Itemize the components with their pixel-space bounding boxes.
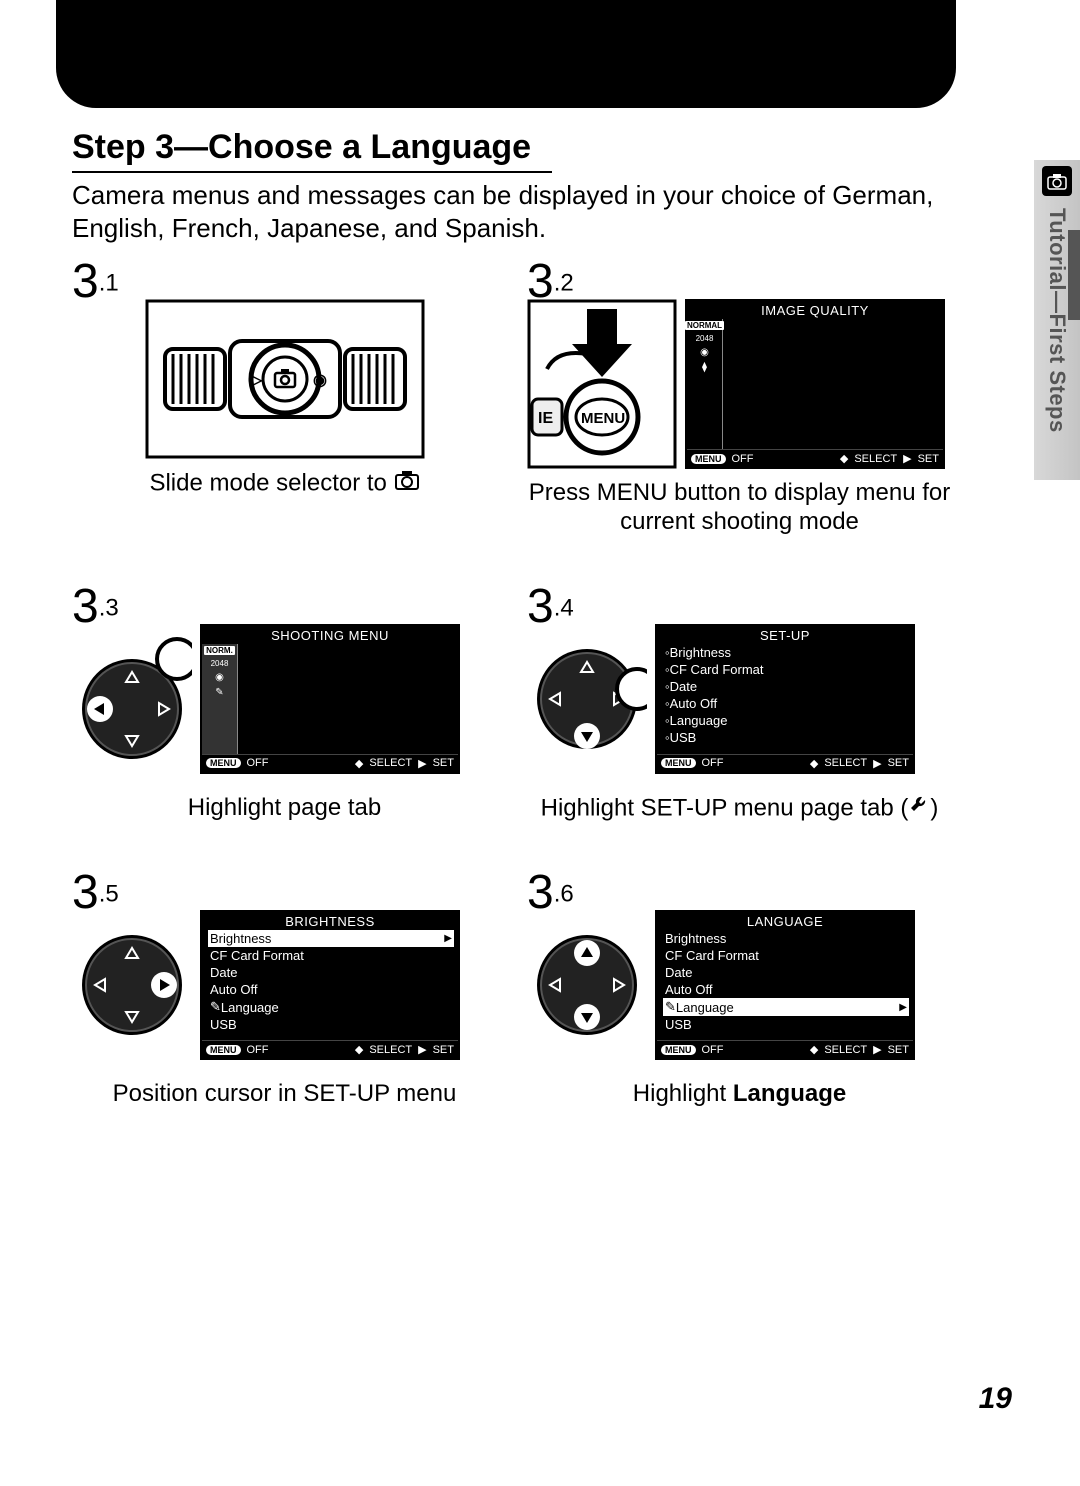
step-subnumber: .5 (99, 881, 119, 908)
list-item: ◦USB (663, 729, 909, 746)
mode-selector-illustration: ▷ ◉ (145, 299, 425, 459)
list-item: USB (663, 1016, 909, 1033)
page-number: 19 (979, 1382, 1012, 1416)
step-3-5: 3.5 BRIGHTNESS Brightness▶ CF Card Forma… (72, 865, 497, 1109)
step-caption: Press MENU button to display menu for cu… (527, 479, 952, 537)
step-3-1: 3.1 (72, 254, 497, 537)
svg-text:IE: IE (538, 410, 553, 427)
svg-text:▷: ▷ (249, 372, 263, 389)
lcd-title: BRIGHTNESS (202, 912, 458, 931)
section-tab: Tutorial—First Steps (1034, 160, 1080, 480)
list-item: Auto Off (208, 981, 454, 998)
list-item: ◦Brightness (663, 644, 909, 661)
step-caption: Slide mode selector to (72, 469, 497, 499)
camera-setup-icon (1042, 166, 1072, 196)
step-number: 3 (72, 254, 99, 309)
list-item: Date (208, 964, 454, 981)
lcd-sidebar: NORMAL 2048 ◉ ⧫ (687, 319, 723, 449)
lcd-menu-list: ◦Brightness ◦CF Card Format ◦Date ◦Auto … (663, 644, 909, 752)
multi-selector-up-down (527, 910, 647, 1060)
svg-text:MENU: MENU (581, 410, 625, 427)
page-header-black (56, 0, 956, 108)
svg-text:◉: ◉ (313, 372, 327, 389)
list-item: USB (208, 1016, 454, 1033)
lcd-title: IMAGE QUALITY (687, 301, 943, 320)
step-subnumber: .1 (99, 270, 119, 297)
lcd-footer: MENUOFF ◆SELECT ▶SET (657, 1040, 913, 1058)
lcd-footer: MENUOFF ◆SELECT ▶SET (657, 754, 913, 772)
list-item: ✎Language (208, 998, 454, 1016)
camera-icon: ◉ (700, 347, 709, 358)
camera-icon (394, 469, 420, 499)
step-caption: Highlight page tab (72, 794, 497, 823)
list-item: ◦Language (663, 712, 909, 729)
list-item: Auto Off (663, 981, 909, 998)
list-item: ✎Language▶ (663, 998, 909, 1016)
list-item: Brightness▶ (208, 930, 454, 947)
multi-selector-down (527, 624, 647, 774)
lcd-title: SET-UP (657, 626, 913, 645)
multi-selector-left (72, 624, 192, 774)
step-subnumber: .4 (554, 594, 574, 621)
step-subnumber: .6 (554, 881, 574, 908)
list-item: ◦Date (663, 678, 909, 695)
lcd-title: SHOOTING MENU (202, 626, 458, 645)
list-item: ◦Auto Off (663, 695, 909, 712)
step-3-3: 3.3 SHOOTING MENU NORM. 2048 (72, 579, 497, 824)
lcd-title: LANGUAGE (657, 912, 913, 931)
wrench-icon: ✎ (215, 687, 223, 698)
step-3-4: 3.4 SET-UP ◦Brightness ◦CF Card F (527, 579, 952, 824)
lcd-footer: MENUOFF ◆SELECT ▶SET (202, 1040, 458, 1058)
step-subnumber: .3 (99, 594, 119, 621)
step-heading: Step 3—Choose a Language (72, 128, 552, 173)
exposure-icon: ⧫ (702, 362, 707, 373)
lcd-menu-list: Brightness CF Card Format Date Auto Off … (663, 930, 909, 1038)
multi-selector-right (72, 910, 192, 1060)
lcd-brightness: BRIGHTNESS Brightness▶ CF Card Format Da… (200, 910, 460, 1060)
list-item: CF Card Format (208, 947, 454, 964)
lcd-shooting-menu: SHOOTING MENU NORM. 2048 ◉ ✎ MENUOFF ◆SE… (200, 624, 460, 774)
step-caption: Highlight SET-UP menu page tab () (527, 794, 952, 824)
lcd-image-quality: IMAGE QUALITY NORMAL 2048 ◉ ⧫ MENUOFF ◆S… (685, 299, 945, 469)
step-subnumber: .2 (554, 270, 574, 297)
wrench-icon (908, 794, 930, 824)
list-item: ◦CF Card Format (663, 661, 909, 678)
list-item: CF Card Format (663, 947, 909, 964)
step-3-6: 3.6 LANGUAGE Brightness CF Card F (527, 865, 952, 1109)
lcd-footer: MENUOFF ◆SELECT ▶SET (202, 754, 458, 772)
step-caption: Highlight Language (527, 1080, 952, 1109)
step-intro: Camera menus and messages can be display… (72, 179, 952, 244)
lcd-sidebar: NORM. 2048 ◉ ✎ (202, 644, 238, 754)
lcd-footer: MENUOFF ◆SELECT ▶SET (687, 449, 943, 467)
lcd-menu-list: Brightness▶ CF Card Format Date Auto Off… (208, 930, 454, 1038)
camera-icon: ◉ (215, 672, 224, 683)
lcd-setup: SET-UP ◦Brightness ◦CF Card Format ◦Date… (655, 624, 915, 774)
section-tab-label: Tutorial—First Steps (1044, 208, 1070, 433)
list-item: Date (663, 964, 909, 981)
step-3-2: 3.2 IE MENU IMAGE QUALITY NORMAL 20 (527, 254, 952, 537)
menu-button-illustration: IE MENU (527, 299, 677, 469)
step-caption: Position cursor in SET-UP menu (72, 1080, 497, 1109)
list-item: Brightness (663, 930, 909, 947)
lcd-language: LANGUAGE Brightness CF Card Format Date … (655, 910, 915, 1060)
